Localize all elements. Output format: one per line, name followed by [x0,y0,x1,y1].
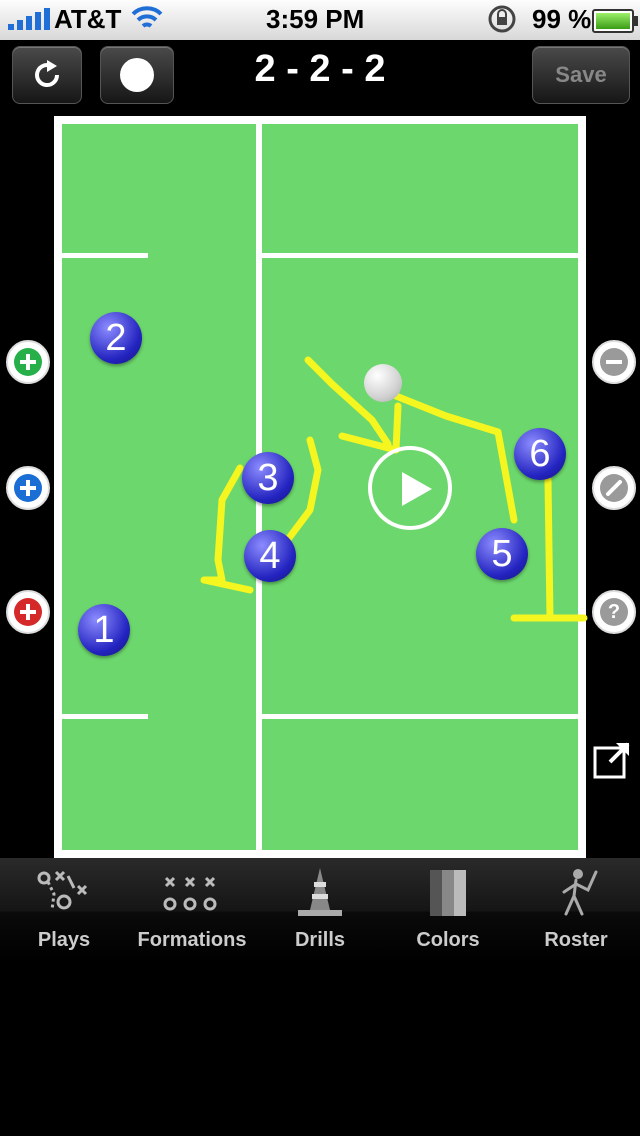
player-token[interactable]: 4 [244,530,296,582]
refresh-icon [35,60,60,88]
share-button[interactable] [592,740,632,780]
ball[interactable] [364,364,402,402]
tab-bar: Plays Formations Drills Colors Roster [0,858,640,964]
save-button[interactable]: Save [532,46,630,104]
help-button[interactable]: ? [592,590,636,634]
add-blue-player-button[interactable] [6,466,50,510]
tab-formations[interactable]: Formations [128,858,256,964]
tab-label: Formations [137,929,247,951]
restraining-line-right-top [262,253,578,258]
tab-label: Drills [294,929,346,951]
battery-percent: 99 % [532,4,592,34]
plays-icon [37,870,88,911]
remove-player-button[interactable] [592,340,636,384]
tab-drills[interactable]: Drills [256,858,384,964]
tab-label: Colors [416,929,480,951]
carrier-label: AT&T [54,4,122,34]
pencil-icon [600,474,628,502]
status-bar: AT&T 3:59 PM 99 % [0,0,640,40]
lacrosse-field[interactable] [54,116,586,858]
refresh-button[interactable] [12,46,82,104]
player-token[interactable]: 6 [514,428,566,480]
rotation-lock-icon [488,5,516,33]
add-red-player-button[interactable] [6,590,50,634]
add-green-player-button[interactable] [6,340,50,384]
play-animation-button[interactable] [368,446,452,530]
player-token[interactable]: 2 [90,312,142,364]
record-button[interactable] [100,46,174,104]
restraining-line-left-top [62,253,148,258]
top-toolbar: 2 - 2 - 2 Save [0,40,640,110]
record-dot-icon [120,58,154,92]
formations-icon [163,876,217,911]
tab-colors[interactable]: Colors [384,858,512,964]
play-title: 2 - 2 - 2 [254,48,386,90]
tab-plays[interactable]: Plays [0,858,128,964]
player-token[interactable]: 5 [476,528,528,580]
wifi-icon [131,6,163,28]
help-icon: ? [600,598,628,626]
remove-icon [600,348,628,376]
player-token[interactable]: 1 [78,604,130,656]
tab-label: Plays [37,929,91,951]
signal-icon [8,8,50,30]
player-token[interactable]: 3 [242,452,294,504]
battery-icon [592,9,638,33]
tab-label: Roster [544,929,608,951]
cone-icon [298,868,342,916]
tab-roster[interactable]: Roster [512,858,640,964]
add-green-icon [14,348,42,376]
draw-button[interactable] [592,466,636,510]
restraining-line-left-bottom [62,714,148,719]
colors-icon [430,870,466,916]
clock: 3:59 PM [266,4,365,34]
player-icon [562,869,598,916]
add-blue-icon [14,474,42,502]
share-icon [593,742,630,779]
restraining-line-right-bottom [262,714,578,719]
field-grass [62,124,578,850]
add-red-icon [14,598,42,626]
